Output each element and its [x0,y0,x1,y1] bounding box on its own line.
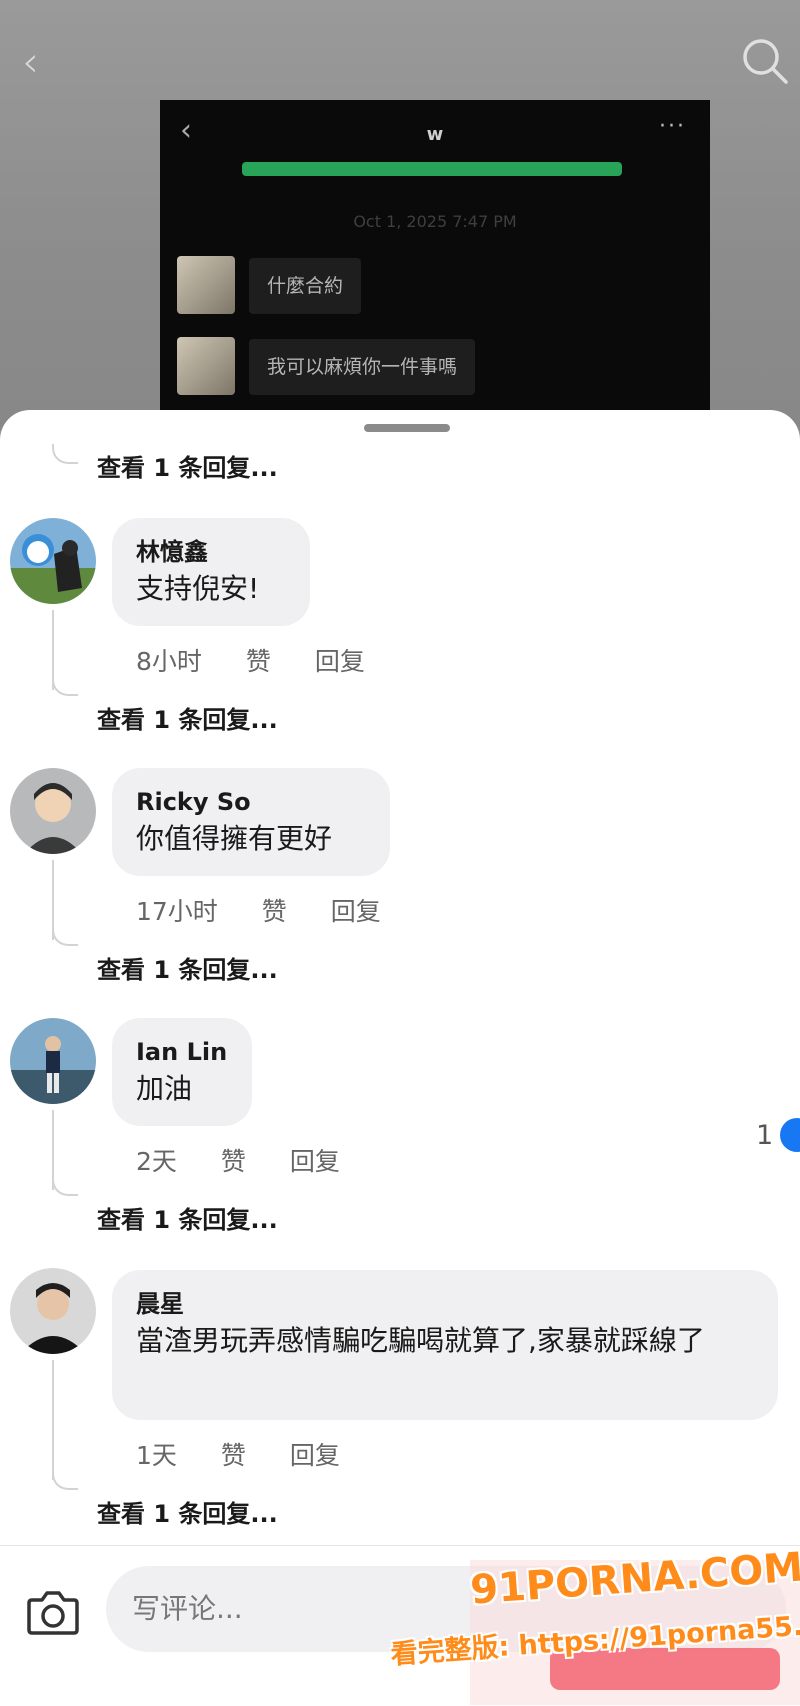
comment-meta: 1天 赞 回复 [136,1436,376,1472]
view-replies-link[interactable]: 查看 1 条回复... [97,1200,278,1235]
reply-button[interactable]: 回复 [290,1436,340,1472]
view-replies-link[interactable]: 查看 1 条回复... [97,1494,278,1529]
sheet-drag-handle[interactable] [364,424,450,432]
comment-time: 8小时 [136,647,202,676]
thread-connector [52,1176,78,1196]
avatar[interactable] [10,1268,96,1354]
comment-bubble: Ricky So 你值得擁有更好 [112,768,390,876]
reply-button[interactable]: 回复 [315,642,365,678]
comment-author[interactable]: Ricky So [136,786,366,818]
comment-bubble: Ian Lin 加油 [112,1018,252,1126]
view-replies-link[interactable]: 查看 1 条回复... [97,700,278,735]
comment-time: 17小时 [136,897,218,926]
comment-meta: 17小时 赞 回复 [136,892,417,928]
comment-author[interactable]: 林憶鑫 [136,536,286,568]
more-icon: ··· [659,114,686,139]
avatar[interactable] [10,1018,96,1104]
comment-time: 1天 [136,1441,177,1470]
chat-screenshot: ‹ w ··· Oct 1, 2025 7:47 PM 什麼合約 我可以麻煩你一… [160,100,710,430]
comment-text: 當渣男玩弄感情騙吃騙喝就算了,家暴就踩線了 [136,1324,705,1357]
like-button[interactable]: 赞 [262,892,287,928]
like-button[interactable]: 赞 [221,1436,246,1472]
comment-meta: 2天 赞 回复 [136,1142,376,1178]
chat-message: 我可以麻煩你一件事嗎 [249,339,476,395]
comment-text: 你值得擁有更好 [136,822,333,855]
reply-button[interactable]: 回复 [331,892,381,928]
thread-connector [52,676,78,696]
reaction-count[interactable]: 1 [756,1120,773,1151]
comment-author[interactable]: 晨星 [136,1288,754,1320]
chat-title: w [426,124,444,145]
reply-button[interactable]: 回复 [290,1142,340,1178]
chat-avatar [177,256,235,314]
chat-avatar [177,337,235,395]
comment-text: 加油 [136,1072,193,1105]
comment-bubble: 晨星 當渣男玩弄感情騙吃騙喝就算了,家暴就踩線了 [112,1270,778,1420]
comments-sheet: 查看 1 条回复... 林憶鑫 支持倪安! 8小时 赞 回复 查看 1 条回复.… [0,410,800,1705]
search-icon[interactable] [740,36,790,86]
view-replies-link[interactable]: 查看 1 条回复... [97,950,278,985]
comment-meta: 8小时 赞 回复 [136,642,401,678]
thread-connector [52,444,78,464]
view-replies-link[interactable]: 查看 1 条回复... [97,448,278,483]
chat-name-redaction [242,162,622,176]
post-image-area: ‹ ‹ w ··· Oct 1, 2025 7:47 PM 什麼合約 我可以麻煩… [0,0,800,430]
like-button[interactable]: 赞 [221,1142,246,1178]
comment-bubble: 林憶鑫 支持倪安! [112,518,310,626]
comment-time: 2天 [136,1147,177,1176]
back-chevron-icon[interactable]: ‹ [22,40,62,84]
thread-line [52,1360,54,1480]
thread-connector [52,1470,78,1490]
thread-connector [52,926,78,946]
camera-icon[interactable] [26,1586,80,1638]
chat-message: 什麼合約 [249,258,362,314]
like-button[interactable]: 赞 [246,642,271,678]
comment-author[interactable]: Ian Lin [136,1036,228,1068]
comment-text: 支持倪安! [136,572,260,605]
avatar[interactable] [10,518,96,604]
chat-timestamp: Oct 1, 2025 7:47 PM [353,212,517,231]
avatar[interactable] [10,768,96,854]
